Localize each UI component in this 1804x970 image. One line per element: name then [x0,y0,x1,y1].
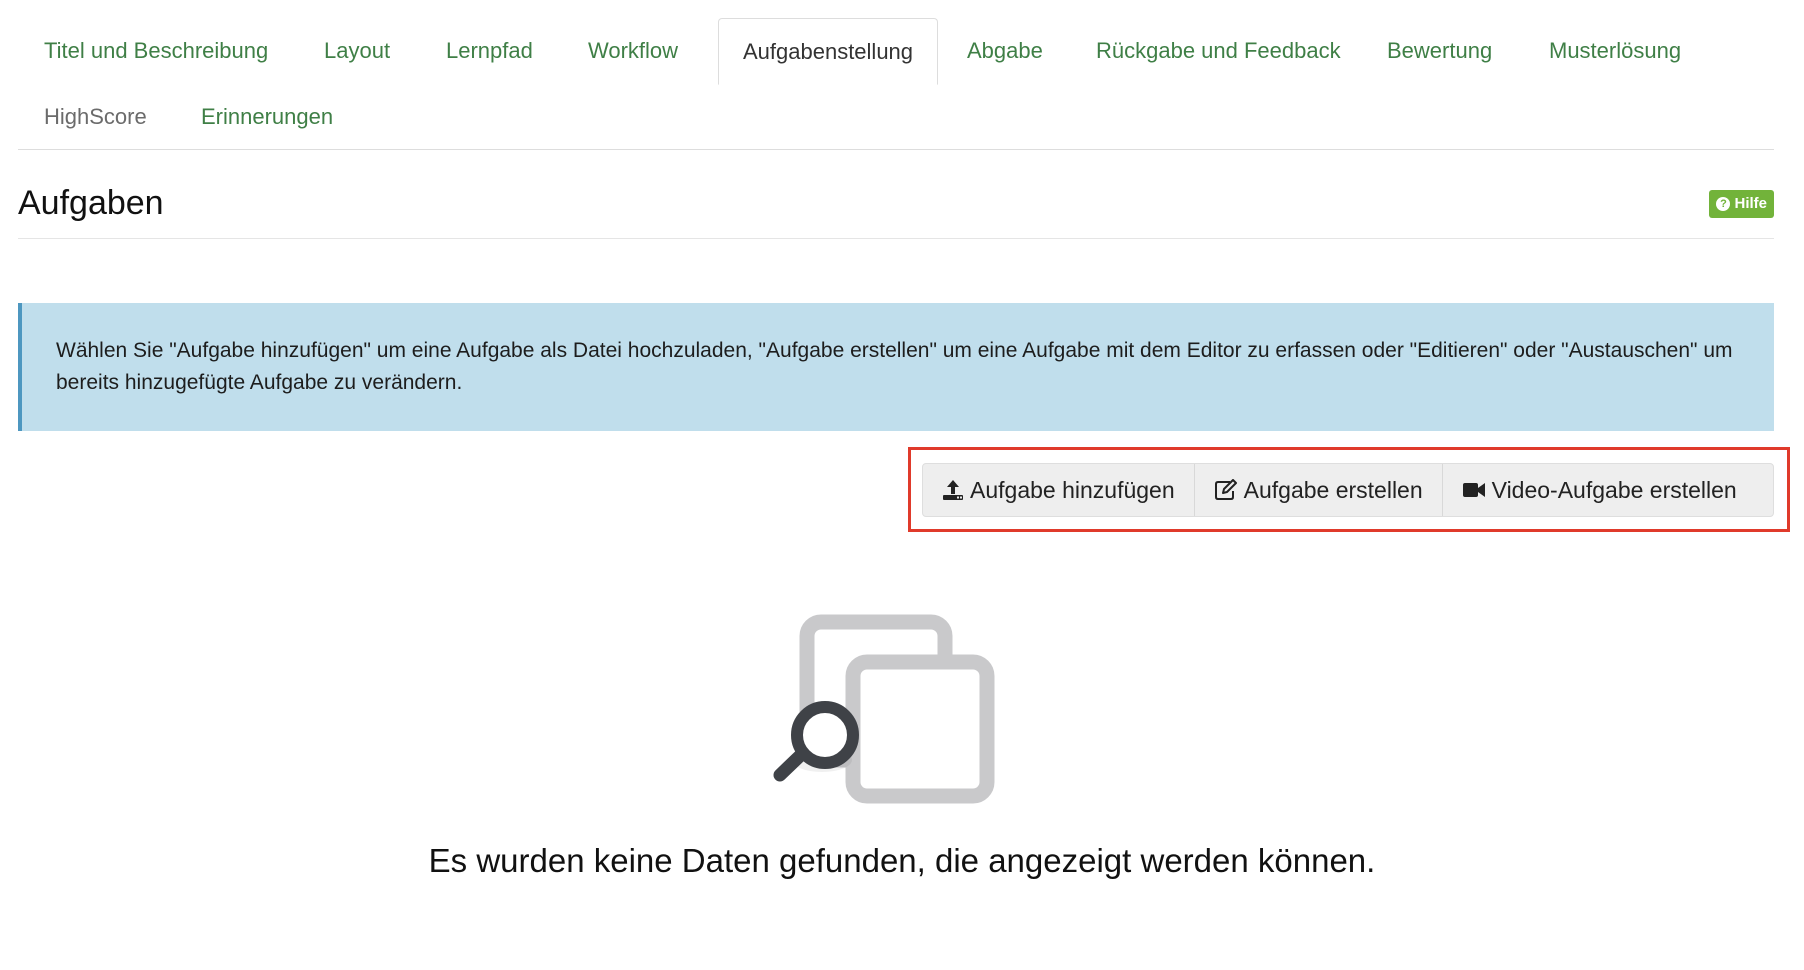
create-task-button[interactable]: Aufgabe erstellen [1193,464,1442,516]
add-task-button[interactable]: Aufgabe hinzufügen [923,464,1194,516]
tab-layout[interactable]: Layout [324,18,390,84]
edit-icon [1214,479,1238,501]
add-task-label: Aufgabe hinzufügen [970,476,1175,503]
page-title: Aufgaben [18,184,164,222]
task-action-buttons: Aufgabe hinzufügen Aufgabe erstellen Vid… [922,463,1774,517]
tab-musterloesung[interactable]: Musterlösung [1549,18,1681,84]
create-task-label: Aufgabe erstellen [1243,476,1423,503]
tab-bar: Titel und Beschreibung Layout Lernpfad W… [18,18,1774,150]
upload-icon [942,479,964,501]
tab-titel-und-beschreibung[interactable]: Titel und Beschreibung [44,18,268,84]
tab-workflow[interactable]: Workflow [588,18,678,84]
tab-lernpfad[interactable]: Lernpfad [446,18,533,84]
tab-aufgabenstellung[interactable]: Aufgabenstellung [718,18,939,85]
tab-abgabe[interactable]: Abgabe [967,18,1043,84]
help-button-label: Hilfe [1734,195,1767,212]
tab-bewertung[interactable]: Bewertung [1387,18,1492,84]
tab-rueckgabe-und-feedback[interactable]: Rückgabe und Feedback [1096,18,1341,84]
tab-erinnerungen[interactable]: Erinnerungen [201,84,333,150]
tab-highscore[interactable]: HighScore [44,84,147,150]
question-circle-icon: ? [1716,197,1731,211]
documents-search-icon [762,610,1002,806]
info-text: Wählen Sie "Aufgabe hinzufügen" um eine … [56,339,1733,394]
info-box: Wählen Sie "Aufgabe hinzufügen" um eine … [18,303,1774,431]
empty-state-message: Es wurden keine Daten gefunden, die ange… [428,842,1376,879]
help-button[interactable]: ? Hilfe [1709,190,1774,218]
page: Titel und Beschreibung Layout Lernpfad W… [0,0,1804,970]
create-video-task-button[interactable]: Video-Aufgabe erstellen [1441,464,1756,516]
section-header: Aufgaben ? Hilfe [18,168,1774,239]
create-video-task-label: Video-Aufgabe erstellen [1491,476,1737,503]
video-camera-icon [1462,481,1486,499]
